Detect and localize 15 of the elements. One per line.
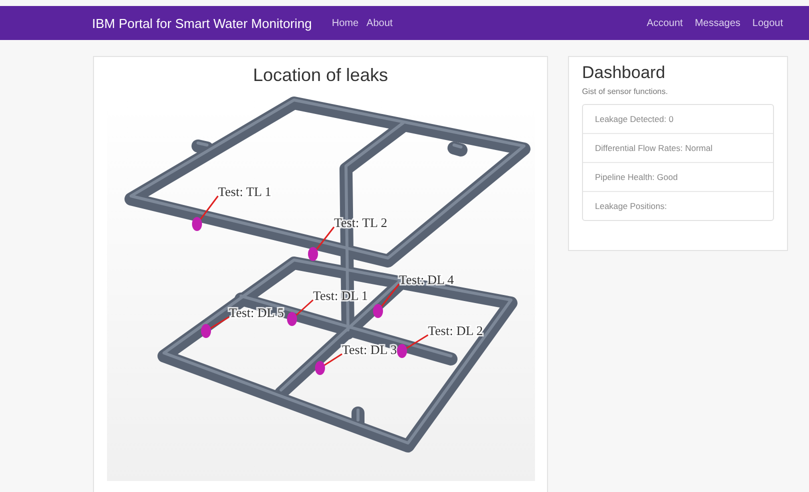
nav-link[interactable]: About bbox=[366, 18, 393, 28]
leak-label: Test: DL 2 bbox=[428, 323, 482, 338]
nav-link[interactable]: Account bbox=[646, 18, 683, 28]
dashboard-subtitle: Gist of sensor functions. bbox=[582, 87, 669, 96]
dashboard-title: Dashboard bbox=[582, 63, 666, 83]
nav-link[interactable]: Home bbox=[332, 18, 359, 28]
nav-link[interactable]: Logout bbox=[752, 18, 783, 28]
brand-link[interactable]: IBM Portal for Smart Water Monitoring bbox=[92, 16, 312, 30]
nav-link[interactable]: Messages bbox=[694, 18, 740, 28]
leak-label: Test: TL 1 bbox=[218, 184, 271, 199]
status-item: Differential Flow Rates: Normal bbox=[583, 133, 773, 162]
status-item: Leakage Positions: bbox=[583, 191, 773, 220]
status-item: Leakage Detected: 0 bbox=[594, 113, 674, 126]
panel-title: Location of leaks bbox=[252, 65, 388, 86]
status-item: Pipeline Health: Good bbox=[583, 162, 773, 191]
